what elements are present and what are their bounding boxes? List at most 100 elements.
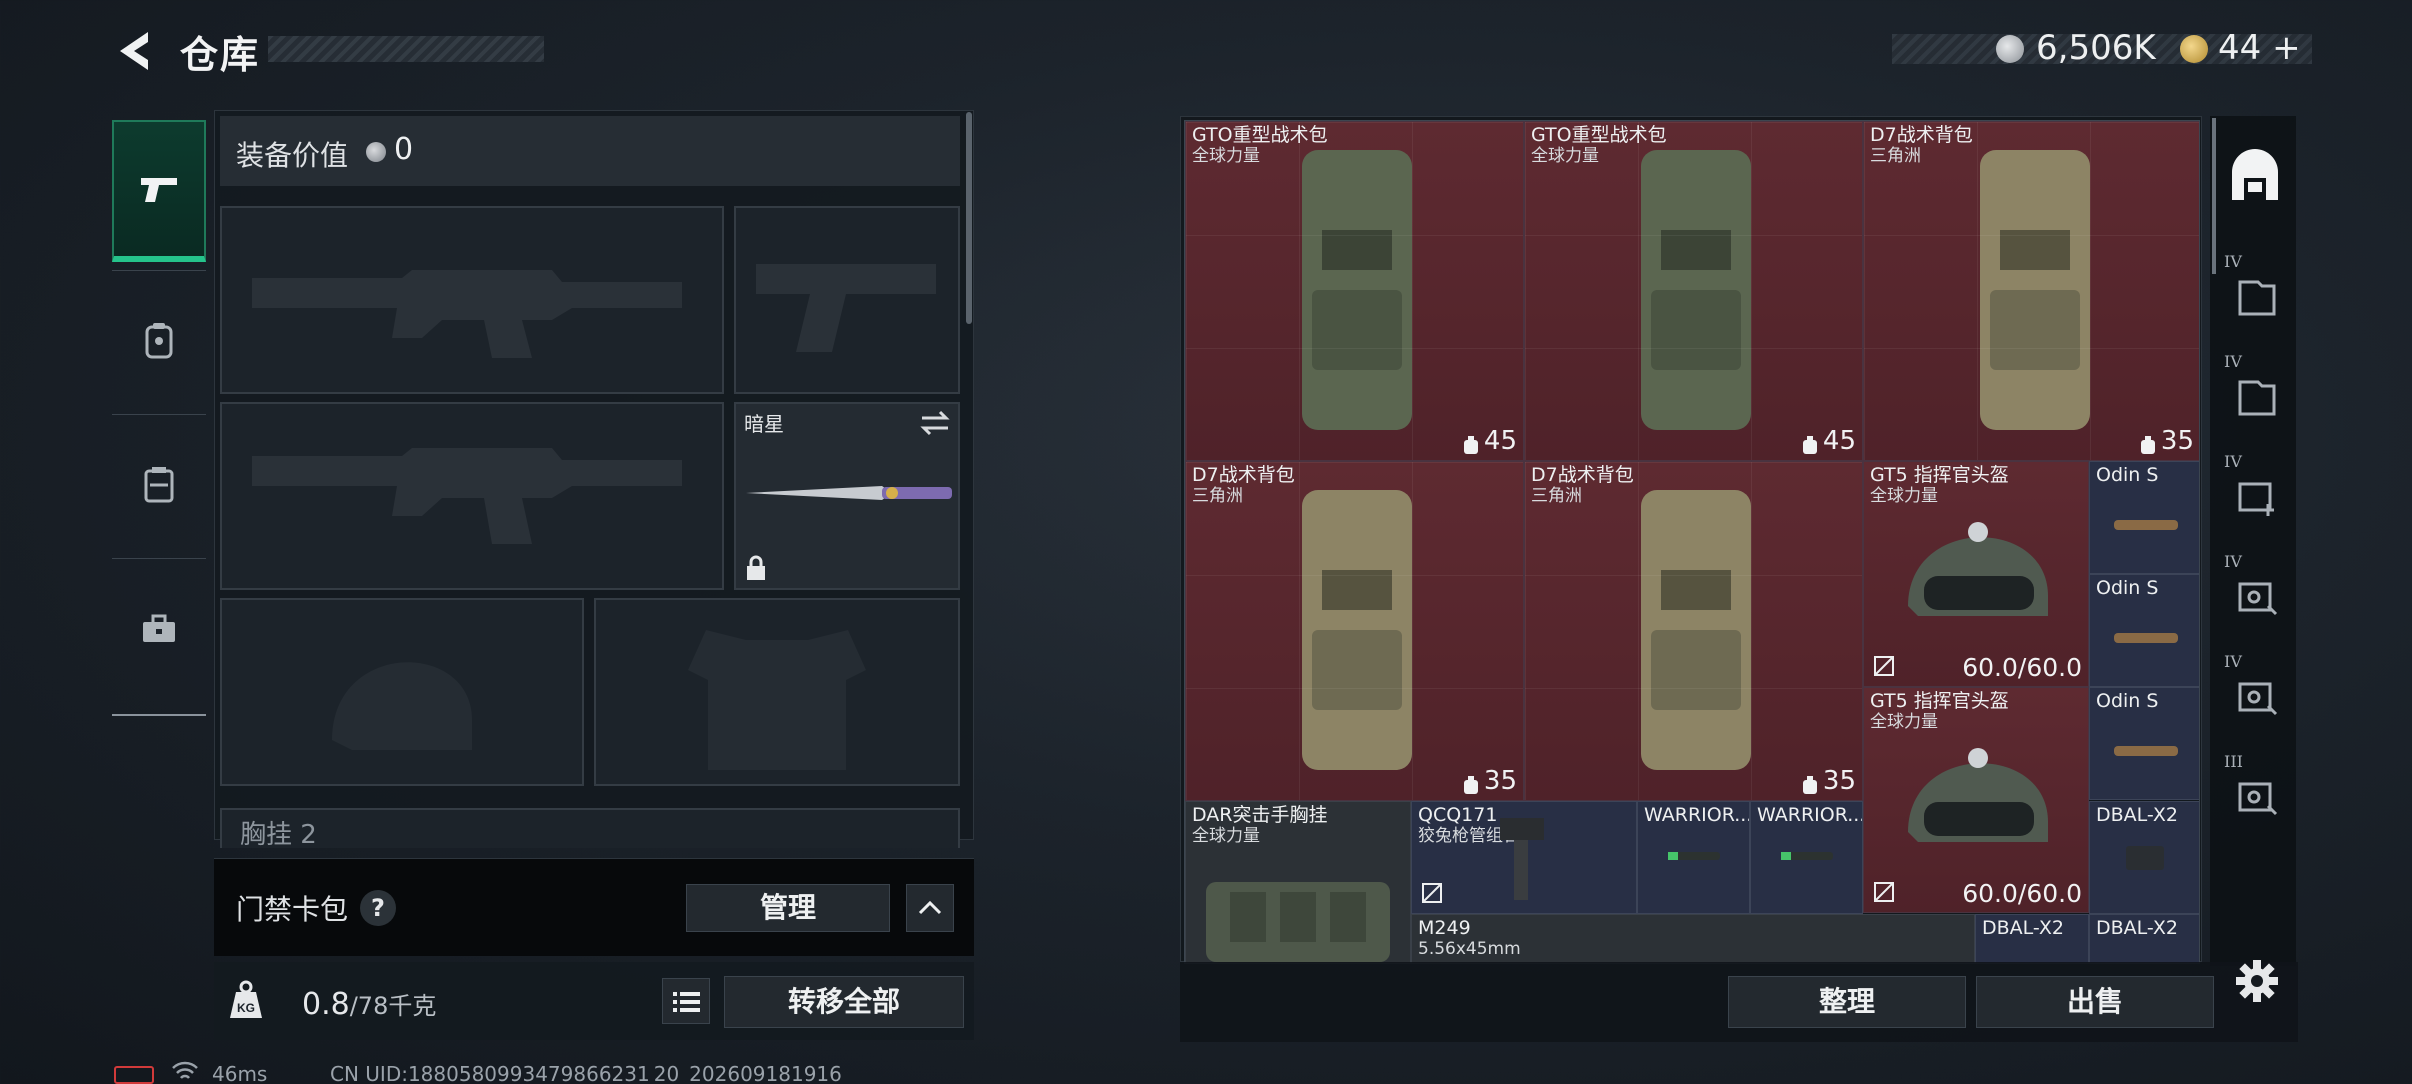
no-case-icon xyxy=(1422,883,1442,903)
transfer-all-button[interactable]: 转移全部 xyxy=(724,976,964,1028)
item-name: DBAL-X2 xyxy=(2096,917,2178,939)
item-name: D7战术背包 xyxy=(1531,464,1634,486)
item-name: Odin S xyxy=(2096,690,2159,712)
stash-item-weapon[interactable]: M249 5.56x45mm xyxy=(1411,914,1975,963)
stash-item-attachment[interactable]: Odin S xyxy=(2089,687,2199,800)
premium-balance[interactable]: 44 + xyxy=(2218,28,2301,68)
armor-silhouette-icon xyxy=(688,630,866,770)
stash-item-helmet[interactable]: GT5 指挥官头盔 全球力量 60.0/60.0 xyxy=(1863,687,2089,913)
item-faction: 全球力量 xyxy=(1531,146,1599,166)
capacity-value: 45 xyxy=(1822,426,1856,456)
melee-slot[interactable]: 暗星 xyxy=(734,402,960,590)
helmet-slot[interactable] xyxy=(220,598,584,786)
stash-item-backpack[interactable]: GTO重型战术包 全球力量 45 xyxy=(1185,121,1524,461)
tab-weapons[interactable] xyxy=(112,120,206,262)
tab-stash-1[interactable]: IV xyxy=(2218,248,2292,346)
item-capacity: 35 xyxy=(2139,426,2194,456)
capacity-icon xyxy=(1462,432,1480,454)
tab-stash-2[interactable]: IV xyxy=(2218,348,2292,446)
stash-item-helmet[interactable]: GT5 指挥官头盔 全球力量 60.0/60.0 xyxy=(1863,461,2089,687)
laser-image xyxy=(1668,852,1720,860)
tab-stash-keys-1[interactable]: IV xyxy=(2218,548,2292,646)
item-name: QCQ171 xyxy=(1418,804,1498,826)
tab-backpack[interactable] xyxy=(112,270,206,410)
gold-coin-icon xyxy=(2180,35,2208,63)
stash-item-backpack[interactable]: D7战术背包 三角洲 35 xyxy=(1524,461,1863,801)
stash-item-attachment[interactable]: WARRIOR... xyxy=(1750,801,1863,914)
item-name: Odin S xyxy=(2096,464,2159,486)
item-capacity: 45 xyxy=(1801,426,1856,456)
chest-rig-slot[interactable]: 胸挂 2 xyxy=(220,808,960,848)
stash-item-attachment[interactable]: Odin S xyxy=(2089,574,2199,687)
primary-weapon-slot[interactable] xyxy=(220,206,724,394)
list-view-button[interactable] xyxy=(662,978,710,1024)
tier-label: IV xyxy=(2224,252,2242,271)
stash-item-backpack[interactable]: GTO重型战术包 全球力量 45 xyxy=(1524,121,1863,461)
tab-toolbox[interactable] xyxy=(112,558,206,698)
pistol-slot[interactable] xyxy=(734,206,960,394)
tab-chest-rig[interactable] xyxy=(112,414,206,554)
stash-item-backpack[interactable]: D7战术背包 三角洲 35 xyxy=(1185,461,1524,801)
rail-scrollbar[interactable] xyxy=(2212,118,2216,274)
item-faction: 三角洲 xyxy=(1192,486,1243,506)
manage-button[interactable]: 管理 xyxy=(686,884,890,932)
weight-max: /78 xyxy=(349,992,389,1020)
helmet-image xyxy=(1908,748,2048,842)
stash-item-attachment[interactable]: DBAL-X2 xyxy=(1975,914,2089,963)
tier-label: IV xyxy=(2224,452,2242,471)
swap-icon[interactable] xyxy=(918,408,952,438)
no-case-icon xyxy=(1874,882,1894,902)
flashlight-image xyxy=(2114,633,2178,643)
tier-label: III xyxy=(2224,752,2243,771)
item-faction: 三角洲 xyxy=(1531,486,1582,506)
item-name: Odin S xyxy=(2096,577,2159,599)
collapse-button[interactable] xyxy=(906,884,954,932)
capacity-value: 45 xyxy=(1483,426,1517,456)
tab-stash-keys-3[interactable]: III xyxy=(2218,748,2292,838)
add-premium-icon[interactable]: + xyxy=(2272,28,2301,68)
sell-button[interactable]: 出售 xyxy=(1976,976,2214,1028)
item-faction: 全球力量 xyxy=(1192,826,1260,846)
pistol-icon xyxy=(141,178,177,202)
capacity-value: 35 xyxy=(1483,766,1517,796)
stash-grid: GTO重型战术包 全球力量 45 GTO重型战术包 全球力量 45 D7战术背包… xyxy=(1184,120,2200,964)
stash-item-attachment[interactable]: Odin S xyxy=(2089,461,2199,574)
tab-stash-medical[interactable]: IV xyxy=(2218,448,2292,546)
rifle-silhouette-icon xyxy=(252,270,682,358)
chest-rig-count: 2 xyxy=(300,820,317,848)
capacity-value: 35 xyxy=(2160,426,2194,456)
stash-item-attachment[interactable]: DBAL-X2 xyxy=(2089,801,2199,914)
item-capacity: 35 xyxy=(1462,766,1517,796)
stash-item-chest-rig[interactable]: DAR突击手胸挂 全球力量 xyxy=(1185,801,1411,963)
item-durability: 60.0/60.0 xyxy=(1962,879,2082,908)
stash-item-attachment[interactable]: QCQ171 狡兔枪管组合 xyxy=(1411,801,1637,914)
gear-icon[interactable] xyxy=(2234,958,2280,1004)
backpack-image xyxy=(1302,150,1412,430)
stash-item-attachment[interactable]: WARRIOR... xyxy=(1637,801,1750,914)
tab-main-stash[interactable] xyxy=(2218,128,2292,226)
armor-slot[interactable] xyxy=(594,598,960,786)
item-name: WARRIOR... xyxy=(1757,804,1863,826)
backpack-image xyxy=(1980,150,2090,430)
chest-rig-text: 胸挂 xyxy=(240,820,293,848)
stash-item-backpack[interactable]: D7战术背包 三角洲 35 xyxy=(1863,121,2199,461)
user-uid: CN UID:1880580993479866231 20_2026091819… xyxy=(330,1062,842,1084)
no-case-icon xyxy=(1874,656,1894,676)
equipment-scrollbar[interactable] xyxy=(966,112,972,324)
grip-image xyxy=(1500,818,1544,900)
stash-item-attachment[interactable]: DBAL-X2 xyxy=(2089,914,2199,963)
page-title: 仓库 xyxy=(180,33,261,77)
help-icon[interactable]: ? xyxy=(360,890,396,926)
item-faction: 全球力量 xyxy=(1192,146,1260,166)
flashlight-image xyxy=(2114,746,2178,756)
backpack-image xyxy=(1302,490,1412,770)
tab-stash-keys-2[interactable]: IV xyxy=(2218,648,2292,746)
secondary-weapon-slot[interactable] xyxy=(220,402,724,590)
sort-button[interactable]: 整理 xyxy=(1728,976,1966,1028)
equipment-value: 0 xyxy=(394,132,414,167)
battery-low-icon xyxy=(114,1066,154,1084)
item-name: D7战术背包 xyxy=(1192,464,1295,486)
capacity-icon xyxy=(2139,432,2157,454)
chest-rig-icon xyxy=(144,466,174,502)
back-button[interactable] xyxy=(112,26,162,76)
